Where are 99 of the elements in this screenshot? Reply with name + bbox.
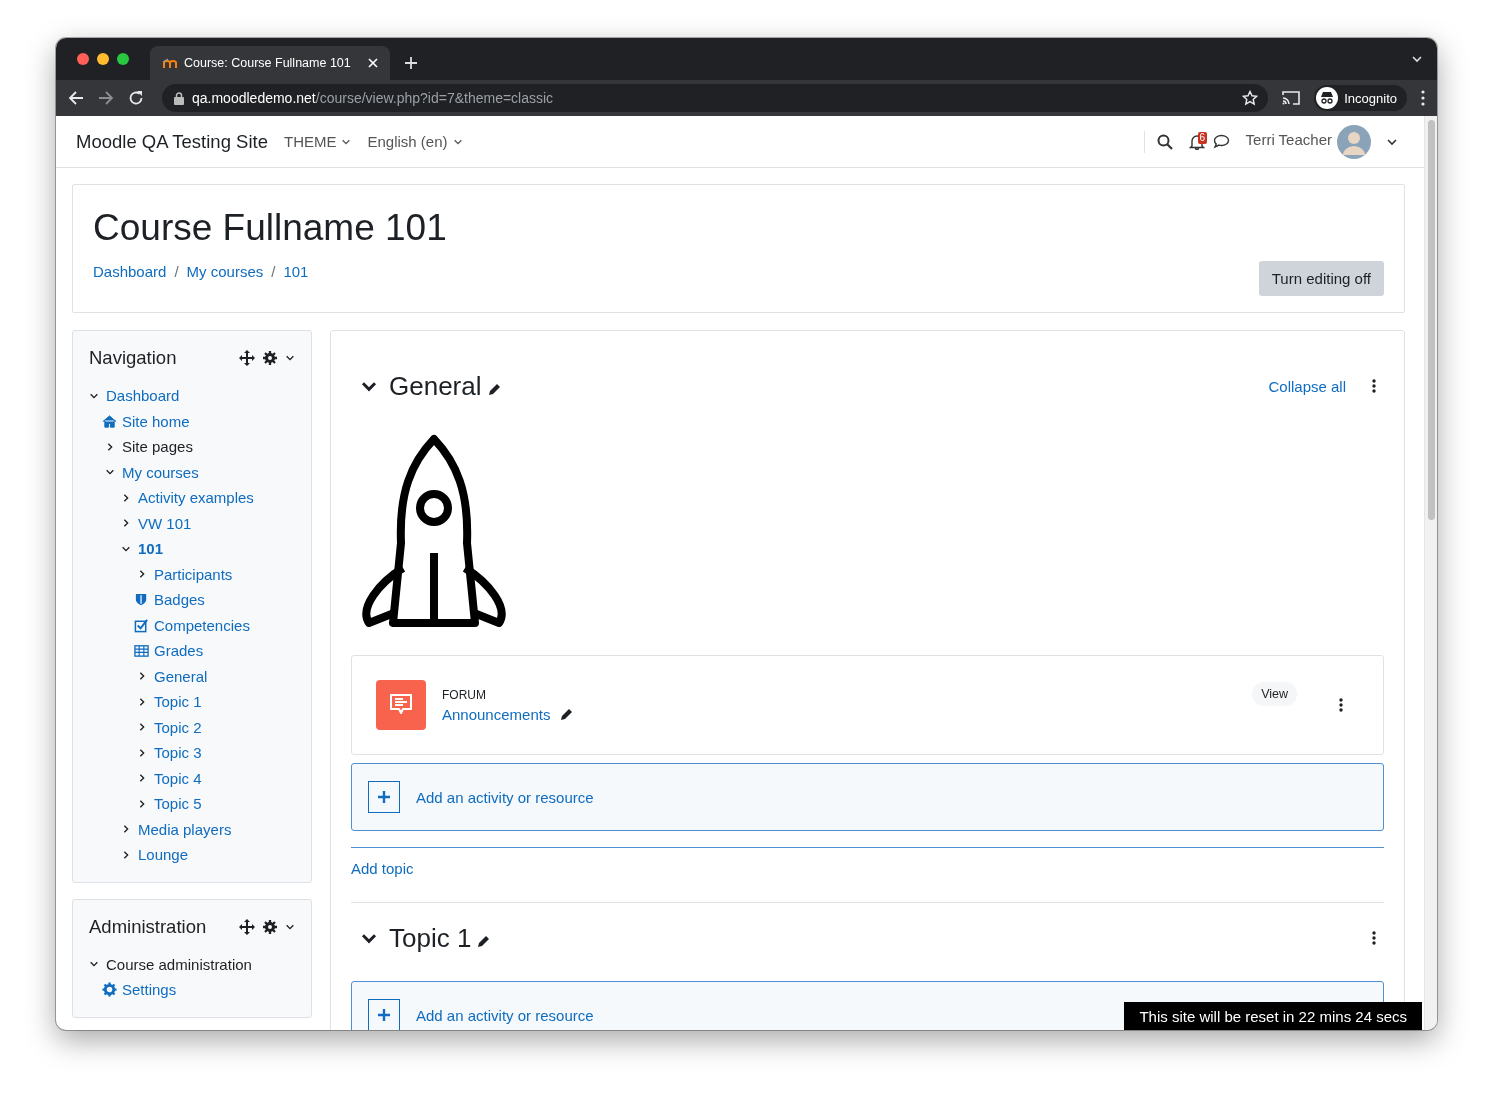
- section-title: General: [389, 370, 482, 402]
- tree-link[interactable]: Topic 1: [154, 693, 202, 711]
- tree-link[interactable]: Dashboard: [106, 387, 180, 405]
- tree-link[interactable]: Participants: [154, 565, 233, 583]
- shield-icon: [134, 592, 149, 608]
- tree-link[interactable]: Badges: [154, 591, 205, 609]
- tree-link[interactable]: Lounge: [138, 846, 189, 864]
- add-activity-button[interactable]: Add an activity or resource: [351, 763, 1384, 831]
- tree-link[interactable]: General: [154, 667, 208, 685]
- reload-icon[interactable]: [128, 90, 144, 106]
- tree-link[interactable]: Site home: [122, 412, 190, 430]
- tab-list-icon[interactable]: [1411, 53, 1423, 65]
- turn-editing-off-button[interactable]: Turn editing off: [1258, 261, 1384, 296]
- incognito-icon: [1316, 87, 1339, 109]
- breadcrumb-link[interactable]: Dashboard: [93, 263, 167, 280]
- block-title: Navigation: [89, 347, 178, 369]
- expand-icon[interactable]: [137, 747, 147, 758]
- tree-link[interactable]: 101: [138, 540, 164, 558]
- add-topic-link[interactable]: Add topic: [351, 860, 414, 877]
- course-title: Course Fullname 101: [93, 207, 448, 249]
- home-icon: [102, 413, 117, 429]
- more-options-icon[interactable]: [1372, 379, 1376, 393]
- pencil-icon[interactable]: [477, 934, 492, 948]
- minimize-window-button[interactable]: [97, 53, 109, 65]
- more-options-icon[interactable]: [1339, 698, 1343, 712]
- tree-link[interactable]: Activity examples: [138, 489, 254, 507]
- settings-icon[interactable]: [263, 351, 277, 365]
- star-icon[interactable]: [1242, 90, 1259, 106]
- breadcrumb-separator: /: [174, 263, 179, 280]
- move-icon[interactable]: [239, 918, 255, 935]
- navbar-menu[interactable]: THEME: [283, 133, 352, 150]
- tree-link[interactable]: Topic 4: [154, 769, 202, 787]
- tree-link[interactable]: Topic 5: [154, 795, 202, 813]
- notifications-button[interactable]: 6: [1188, 133, 1205, 150]
- tree-link[interactable]: My courses: [122, 463, 199, 481]
- close-window-button[interactable]: [77, 53, 89, 65]
- activity-link[interactable]: Announcements: [442, 705, 551, 723]
- expand-icon[interactable]: [137, 773, 147, 784]
- back-icon[interactable]: [68, 90, 84, 106]
- view-button[interactable]: View: [1252, 682, 1297, 706]
- settings-icon[interactable]: [263, 919, 277, 934]
- moodle-logo-icon: [162, 57, 178, 69]
- expand-icon[interactable]: [137, 671, 147, 682]
- tree-link[interactable]: Topic 3: [154, 744, 202, 762]
- plus-icon: [378, 1009, 390, 1021]
- tree-link[interactable]: Topic 2: [154, 718, 202, 736]
- pencil-icon[interactable]: [560, 707, 575, 721]
- tree-link[interactable]: Competencies: [154, 616, 250, 634]
- browser-tab[interactable]: Course: Course Fullname 101: [150, 46, 390, 80]
- expand-icon[interactable]: [137, 569, 147, 580]
- navbar-menu[interactable]: English (en): [367, 133, 463, 150]
- more-options-icon[interactable]: [1421, 90, 1425, 106]
- chat-bubble-icon[interactable]: [1212, 134, 1230, 149]
- section-title: Topic 1: [389, 922, 472, 954]
- breadcrumb-link[interactable]: 101: [283, 263, 309, 280]
- forum-icon: [376, 680, 426, 730]
- breadcrumb-separator: /: [271, 263, 276, 280]
- user-name[interactable]: Terri Teacher: [1245, 131, 1332, 148]
- settings-icon: [102, 982, 117, 998]
- tree-link[interactable]: Media players: [138, 820, 232, 838]
- incognito-profile-button[interactable]: Incognito: [1314, 85, 1407, 111]
- search-icon[interactable]: [1156, 133, 1173, 150]
- tab-title: Course: Course Fullname 101: [184, 56, 352, 70]
- block-title: Administration: [89, 915, 208, 938]
- site-name-link[interactable]: Moodle QA Testing Site: [76, 130, 268, 153]
- expand-icon[interactable]: [121, 492, 131, 503]
- new-tab-icon[interactable]: [404, 56, 418, 70]
- expand-icon[interactable]: [137, 696, 147, 707]
- address-bar[interactable]: qa.moodledemo.net/course/view.php?id=7&theme=classic: [162, 84, 1269, 112]
- cast-icon[interactable]: [1282, 91, 1301, 105]
- tree-item-label[interactable]: Site pages: [122, 438, 193, 456]
- zoom-window-button[interactable]: [117, 53, 129, 65]
- tree-link[interactable]: VW 101: [138, 514, 192, 532]
- scrollbar[interactable]: [1424, 116, 1437, 1030]
- expand-icon[interactable]: [121, 518, 131, 529]
- table-icon: [134, 643, 149, 659]
- collapse-all-link[interactable]: Collapse all: [1268, 377, 1346, 395]
- tree-item-label[interactable]: Course administration: [106, 955, 252, 973]
- expand-icon[interactable]: [105, 441, 115, 452]
- close-icon[interactable]: [368, 58, 378, 68]
- expand-icon[interactable]: [121, 824, 131, 835]
- activity-type: FORUM: [442, 687, 487, 702]
- caret-icon[interactable]: [285, 353, 295, 363]
- reset-notice-toast: This site will be reset in 22 mins 24 secs: [1124, 1002, 1422, 1030]
- expand-icon[interactable]: [121, 849, 131, 860]
- expand-icon[interactable]: [137, 798, 147, 809]
- lock-icon: [174, 91, 184, 105]
- tree-link[interactable]: Settings: [122, 981, 177, 999]
- move-icon[interactable]: [239, 350, 255, 366]
- tree-link[interactable]: Grades: [154, 642, 204, 660]
- avatar-icon[interactable]: [1337, 124, 1371, 159]
- expand-icon[interactable]: [137, 722, 147, 733]
- more-options-icon[interactable]: [1372, 931, 1376, 945]
- plus-icon: [378, 791, 390, 803]
- forward-icon[interactable]: [98, 90, 114, 106]
- notification-count: 6: [1197, 131, 1208, 144]
- pencil-icon[interactable]: [487, 382, 502, 396]
- checkbox-icon: [134, 617, 149, 633]
- breadcrumb-link[interactable]: My courses: [186, 263, 264, 280]
